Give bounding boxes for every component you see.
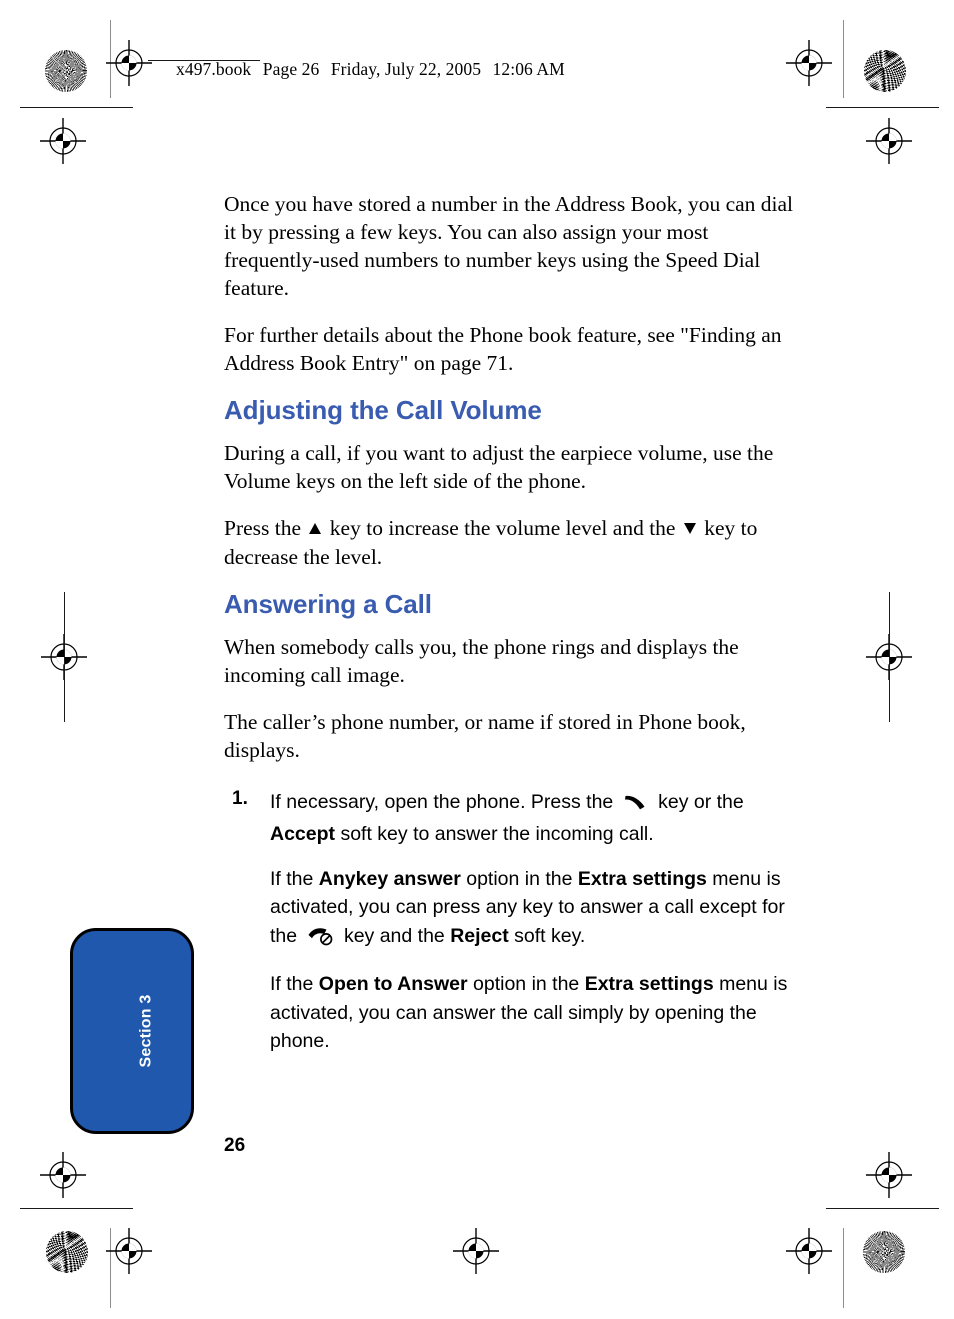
- phone-end-key-icon: [307, 926, 335, 954]
- trim-guide-bottom-right: [843, 1228, 844, 1308]
- step-1-text-c: soft key to answer the incoming call.: [340, 823, 654, 846]
- registration-target-upper-left-inner: [40, 118, 86, 164]
- slug-date: Friday, July 22, 2005: [330, 59, 482, 79]
- extra-settings-menu-label-1: Extra settings: [577, 867, 707, 890]
- open-text-a: If the: [270, 973, 314, 996]
- step-number: 1.: [232, 787, 248, 809]
- volume-keys-text-2: key to increase the volume level and the: [329, 516, 676, 541]
- registration-target-bottom-center: [453, 1228, 499, 1274]
- trim-guide-right: [843, 20, 844, 98]
- registration-target-lower-left-inner: [40, 1152, 86, 1198]
- center-guide-left: [64, 592, 65, 722]
- heading-adjusting-the-call-volume: Adjusting the Call Volume: [224, 395, 542, 426]
- caller-id-paragraph: The caller’s phone number, or name if st…: [224, 709, 746, 762]
- moire-target-bottom-left: [46, 1231, 88, 1273]
- volume-keys-text-1: Press the: [224, 516, 302, 541]
- slug-page: Page 26: [262, 59, 320, 79]
- anykey-text-b: option in the: [466, 867, 573, 890]
- trim-rule-top-left: [20, 107, 133, 108]
- anykey-text-a: If the: [270, 867, 314, 890]
- open-to-answer-paragraph: If the Open to Answer option in the Extr…: [270, 970, 802, 1055]
- trim-rule-top-right: [826, 107, 939, 108]
- phone-send-key-icon: [623, 792, 649, 820]
- registration-target-lower-right-inner: [866, 1152, 912, 1198]
- trim-rule-bottom-right: [826, 1208, 939, 1209]
- open-to-answer-option-label: Open to Answer: [318, 973, 468, 996]
- anykey-text-d: key and the: [343, 924, 445, 947]
- numbered-step-list: 1. If necessary, open the phone. Press t…: [224, 788, 802, 1056]
- anykey-answer-paragraph: If the Anykey answer option in the Extra…: [270, 865, 802, 954]
- section-thumb-tab: Section 3: [70, 928, 194, 1134]
- star-target-top-left: [45, 50, 87, 92]
- registration-target-top-right: [786, 40, 832, 86]
- reject-soft-key-label: Reject: [450, 924, 509, 947]
- registration-target-middle-left: [41, 634, 87, 680]
- anykey-text-e: soft key.: [514, 924, 586, 947]
- step-1-text: If necessary, open the phone. Press the …: [270, 788, 802, 849]
- accept-soft-key-label: Accept: [270, 823, 336, 846]
- center-guide-right: [889, 592, 890, 722]
- registration-target-upper-right-inner: [866, 118, 912, 164]
- registration-target-top-left: [106, 40, 152, 86]
- trim-rule-bottom-left: [20, 1208, 133, 1209]
- slug-filename: x497.book: [176, 59, 252, 79]
- cross-reference-paragraph: For further details about the Phone book…: [224, 323, 782, 376]
- triangle-down-icon: [683, 523, 696, 535]
- registration-target-middle-right: [866, 634, 912, 680]
- slug-time: 12:06 AM: [492, 59, 565, 79]
- intro-paragraph: Once you have stored a number in the Add…: [224, 192, 794, 301]
- open-text-b: option in the: [473, 973, 580, 996]
- page-number-folio: 26: [224, 1135, 246, 1156]
- answering-paragraph: When somebody calls you, the phone rings…: [224, 634, 739, 687]
- trim-guide-left: [110, 20, 111, 98]
- step-1-text-b: key or the: [658, 790, 744, 813]
- moire-target-top-right: [864, 50, 906, 92]
- page-content: Once you have stored a number in the Add…: [224, 190, 802, 1072]
- registration-target-bottom-right: [786, 1228, 832, 1274]
- anykey-answer-option-label: Anykey answer: [318, 867, 461, 890]
- triangle-up-icon: [309, 523, 322, 535]
- list-item: 1. If necessary, open the phone. Press t…: [224, 788, 802, 1056]
- heading-answering-a-call: Answering a Call: [224, 588, 432, 619]
- extra-settings-menu-label-2: Extra settings: [584, 973, 714, 996]
- header-slug: x497.book Page 26 Friday, July 22, 2005 …: [176, 59, 565, 80]
- step-1-text-a: If necessary, open the phone. Press the: [270, 790, 614, 813]
- star-target-bottom-right: [863, 1231, 905, 1273]
- registration-target-bottom-left: [106, 1228, 152, 1274]
- volume-paragraph: During a call, if you want to adjust the…: [224, 441, 774, 494]
- section-tab-label: Section 3: [137, 994, 155, 1068]
- trim-guide-bottom-left: [110, 1228, 111, 1308]
- volume-keys-paragraph: Press the key to increase the volume lev…: [224, 514, 802, 570]
